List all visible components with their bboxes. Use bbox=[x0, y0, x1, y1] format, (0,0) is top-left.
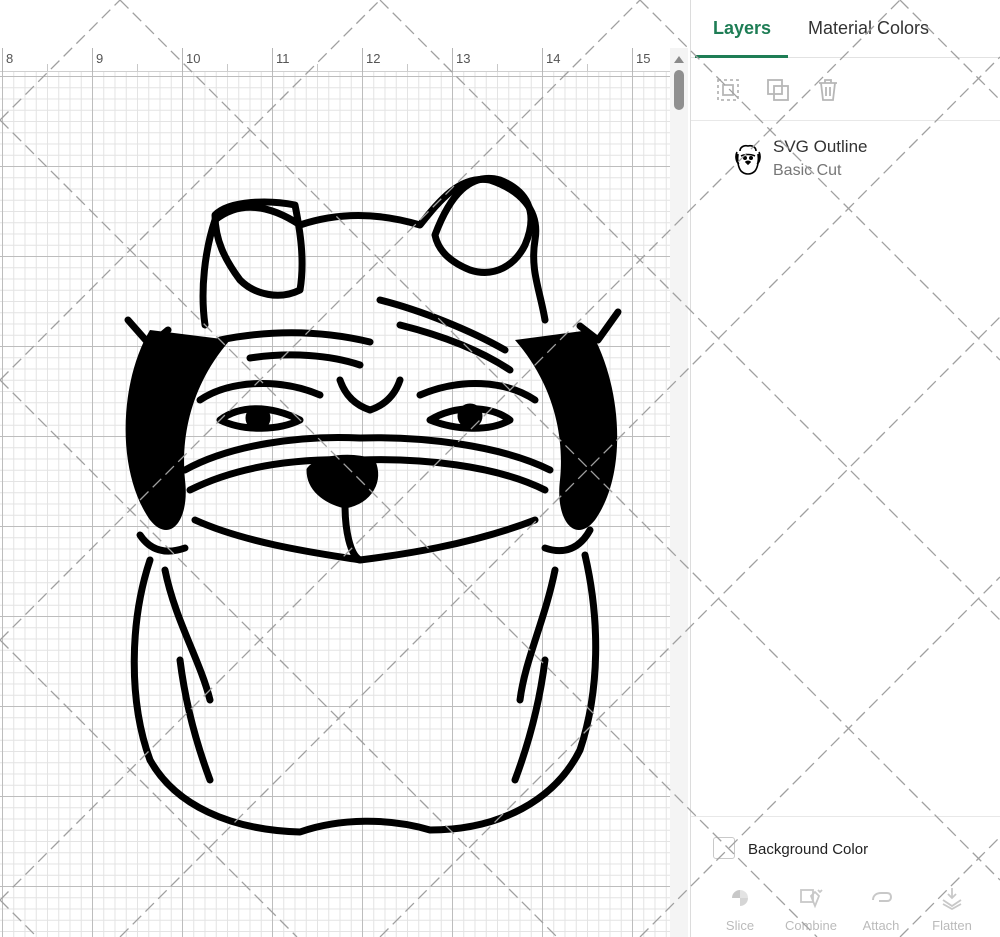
layer-name: SVG Outline bbox=[773, 137, 868, 156]
ruler-label-12: 12 bbox=[366, 51, 381, 66]
attach-button[interactable]: Attach bbox=[849, 882, 913, 937]
layer-toolbar bbox=[691, 59, 1000, 121]
scroll-thumb[interactable] bbox=[674, 70, 684, 110]
ruler-label-8: 8 bbox=[6, 51, 14, 66]
layers-panel: Layers Material Colors SVG Outline Basic… bbox=[690, 0, 1000, 937]
layer-item-svg-outline[interactable]: SVG Outline Basic Cut bbox=[691, 122, 1000, 194]
tab-layers[interactable]: Layers bbox=[713, 18, 771, 39]
attach-label: Attach bbox=[862, 918, 900, 933]
background-color-label: Background Color bbox=[748, 841, 869, 858]
combine-button[interactable]: Combine bbox=[779, 882, 843, 937]
flatten-label: Flatten bbox=[932, 918, 972, 933]
bulldog-svg-outline[interactable] bbox=[100, 160, 640, 840]
layer-operation: Basic Cut bbox=[773, 162, 842, 179]
design-canvas[interactable]: 8 9 10 11 12 13 14 15 bbox=[0, 0, 690, 937]
group-icon[interactable] bbox=[715, 77, 741, 103]
active-tab-indicator bbox=[695, 55, 788, 58]
duplicate-icon[interactable] bbox=[765, 77, 791, 103]
vertical-scrollbar[interactable] bbox=[670, 48, 688, 937]
panel-tabs: Layers Material Colors bbox=[691, 0, 1000, 58]
slice-button[interactable]: Slice bbox=[708, 882, 772, 937]
combine-label: Combine bbox=[784, 918, 838, 933]
ruler-label-14: 14 bbox=[546, 51, 561, 66]
slice-icon bbox=[732, 890, 748, 906]
ruler-label-11: 11 bbox=[276, 51, 290, 66]
horizontal-ruler: 8 9 10 11 12 13 14 15 bbox=[0, 48, 670, 72]
background-color-checkbox[interactable] bbox=[713, 837, 735, 859]
ruler-label-13: 13 bbox=[456, 51, 471, 66]
scroll-up-arrow-icon[interactable] bbox=[674, 56, 684, 63]
background-color-row: Background Color bbox=[691, 816, 1000, 876]
slice-label: Slice bbox=[725, 918, 755, 933]
flatten-icon bbox=[942, 888, 962, 910]
bulldog-thumbnail-icon bbox=[735, 144, 761, 175]
ruler-label-15: 15 bbox=[636, 51, 651, 66]
delete-icon[interactable] bbox=[815, 77, 841, 103]
tab-material-colors[interactable]: Material Colors bbox=[808, 18, 929, 39]
attach-icon bbox=[872, 892, 893, 902]
bottom-toolbar: Slice Combine Attach Flatten bbox=[691, 876, 1000, 937]
ruler-label-10: 10 bbox=[186, 51, 201, 66]
ruler-label-9: 9 bbox=[96, 51, 104, 66]
flatten-button[interactable]: Flatten bbox=[920, 882, 984, 937]
combine-icon bbox=[800, 889, 823, 909]
